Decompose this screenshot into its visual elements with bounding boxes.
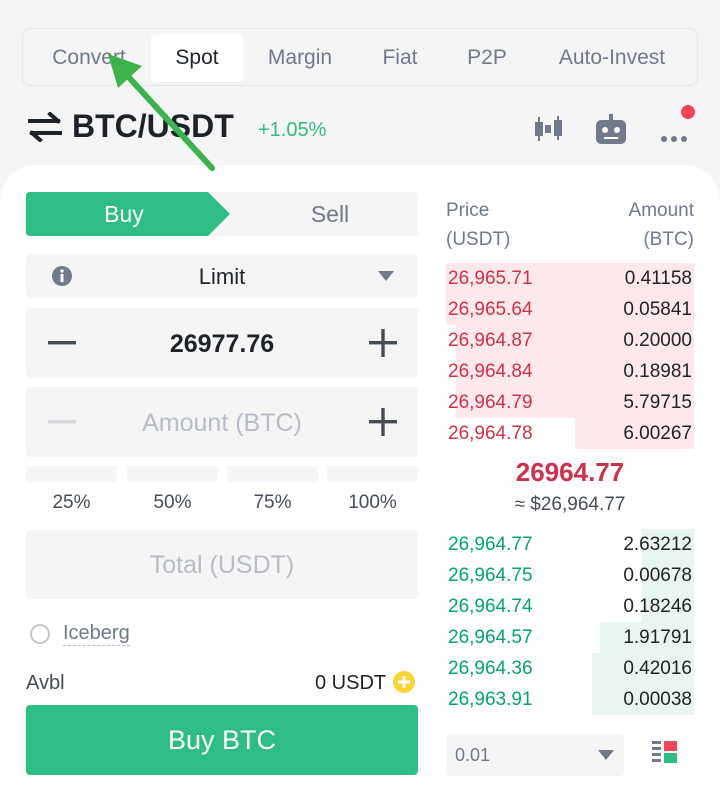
precision-select[interactable]: 0.01 <box>446 734 624 776</box>
chevron-down-icon <box>378 271 394 281</box>
avbl-value: 0 USDT <box>315 672 387 694</box>
bid-price: 26,964.75 <box>448 565 533 586</box>
total-field[interactable]: Total (USDT) <box>26 530 418 599</box>
buy-tab[interactable]: Buy <box>26 192 222 236</box>
add-circle-icon[interactable] <box>393 671 415 693</box>
plus-icon[interactable] <box>353 387 413 457</box>
percent-label[interactable]: 75% <box>227 492 318 514</box>
ask-price: 26,965.71 <box>448 268 533 289</box>
tab-margin[interactable]: Margin <box>253 34 347 82</box>
bid-row[interactable]: 26,964.75 0.00678 <box>446 560 694 591</box>
iceberg-checkbox[interactable] <box>30 624 50 644</box>
price-header-unit: (USDT) <box>446 229 511 250</box>
ask-row[interactable]: 26,965.71 0.41158 <box>446 263 694 294</box>
bid-price: 26,964.74 <box>448 596 533 617</box>
tab-fiat[interactable]: Fiat <box>363 34 437 82</box>
bid-row[interactable]: 26,963.91 0.00038 <box>446 684 694 715</box>
tab-spot[interactable]: Spot <box>151 34 243 82</box>
ask-row[interactable]: 26,964.78 6.00267 <box>446 418 694 449</box>
bot-icon[interactable] <box>593 112 629 148</box>
ask-amount: 0.05841 <box>623 299 692 320</box>
percent-label[interactable]: 50% <box>127 492 218 514</box>
swap-icon[interactable] <box>27 112 63 142</box>
total-input[interactable]: Total (USDT) <box>26 551 418 580</box>
pair-name[interactable]: BTC/USDT <box>72 108 234 145</box>
buy-btc-button[interactable]: Buy BTC <box>26 705 418 775</box>
last-price-usd: ≈ $26,964.77 <box>514 494 626 515</box>
bid-amount: 0.42016 <box>623 658 692 679</box>
bid-row[interactable]: 26,964.77 2.63212 <box>446 529 694 560</box>
ask-row[interactable]: 26,965.64 0.05841 <box>446 294 694 325</box>
ask-row[interactable]: 26,964.79 5.79715 <box>446 387 694 418</box>
tab-auto-invest[interactable]: Auto-Invest <box>541 34 683 82</box>
price-field: 26977.76 <box>26 308 418 378</box>
bid-amount: 2.63212 <box>623 534 692 555</box>
bid-amount: 1.91791 <box>623 627 692 648</box>
bid-price: 26,963.91 <box>448 689 533 710</box>
bid-row[interactable]: 26,964.57 1.91791 <box>446 622 694 653</box>
ask-amount: 6.00267 <box>623 423 692 444</box>
pair-header: BTC/USDT +1.05% <box>0 100 720 160</box>
ask-price: 26,964.84 <box>448 361 533 382</box>
ask-row[interactable]: 26,964.87 0.20000 <box>446 325 694 356</box>
ask-price: 26,964.79 <box>448 392 533 413</box>
amount-header-unit: (BTC) <box>643 229 694 250</box>
order-type-value: Limit <box>198 264 246 289</box>
bid-price: 26,964.77 <box>448 534 533 555</box>
ask-row[interactable]: 26,964.84 0.18981 <box>446 356 694 387</box>
ask-amount: 5.79715 <box>623 392 692 413</box>
bid-amount: 0.18246 <box>623 596 692 617</box>
bid-price: 26,964.36 <box>448 658 533 679</box>
iceberg-label[interactable]: Iceberg <box>63 622 130 646</box>
candlestick-chart-icon[interactable] <box>531 112 567 148</box>
avbl-label: Avbl <box>26 672 65 694</box>
sell-tab[interactable]: Sell <box>242 192 418 236</box>
percent-segment[interactable] <box>327 466 418 482</box>
percent-segment[interactable] <box>127 466 218 482</box>
pair-change: +1.05% <box>258 119 327 141</box>
plus-icon[interactable] <box>353 308 413 378</box>
notification-dot <box>681 105 695 119</box>
ask-amount: 0.20000 <box>623 330 692 351</box>
tab-convert[interactable]: Convert <box>37 34 141 82</box>
percent-label[interactable]: 25% <box>26 492 117 514</box>
last-price[interactable]: 26964.77 <box>446 457 694 488</box>
amount-field: Amount (BTC) <box>26 387 418 457</box>
price-header-label: Price <box>446 200 490 221</box>
ask-amount: 0.41158 <box>624 268 692 289</box>
precision-value: 0.01 <box>455 745 491 765</box>
ask-amount: 0.18981 <box>623 361 692 382</box>
bid-row[interactable]: 26,964.74 0.18246 <box>446 591 694 622</box>
chevron-down-icon <box>598 750 614 760</box>
percent-segment[interactable] <box>26 466 117 482</box>
trade-type-tabs: Convert Spot Margin Fiat P2P Auto-Invest <box>22 28 698 86</box>
bid-row[interactable]: 26,964.36 0.42016 <box>446 653 694 684</box>
amount-header-label: Amount <box>628 200 694 221</box>
ask-price: 26,965.64 <box>448 299 533 320</box>
order-type-select[interactable]: Limit <box>26 254 418 298</box>
tab-p2p[interactable]: P2P <box>453 34 521 82</box>
bid-amount: 0.00038 <box>623 689 692 710</box>
ask-price: 26,964.87 <box>448 330 533 351</box>
orderbook-view-icon[interactable] <box>652 740 678 766</box>
amount-header: Amount (BTC) <box>629 196 694 254</box>
percent-label[interactable]: 100% <box>327 492 418 514</box>
bid-price: 26,964.57 <box>448 627 533 648</box>
buy-sell-switch: Buy Sell <box>26 192 418 236</box>
bid-amount: 0.00678 <box>623 565 692 586</box>
price-header: Price (USDT) <box>446 196 510 254</box>
ask-price: 26,964.78 <box>448 423 533 444</box>
percent-segment[interactable] <box>227 466 318 482</box>
